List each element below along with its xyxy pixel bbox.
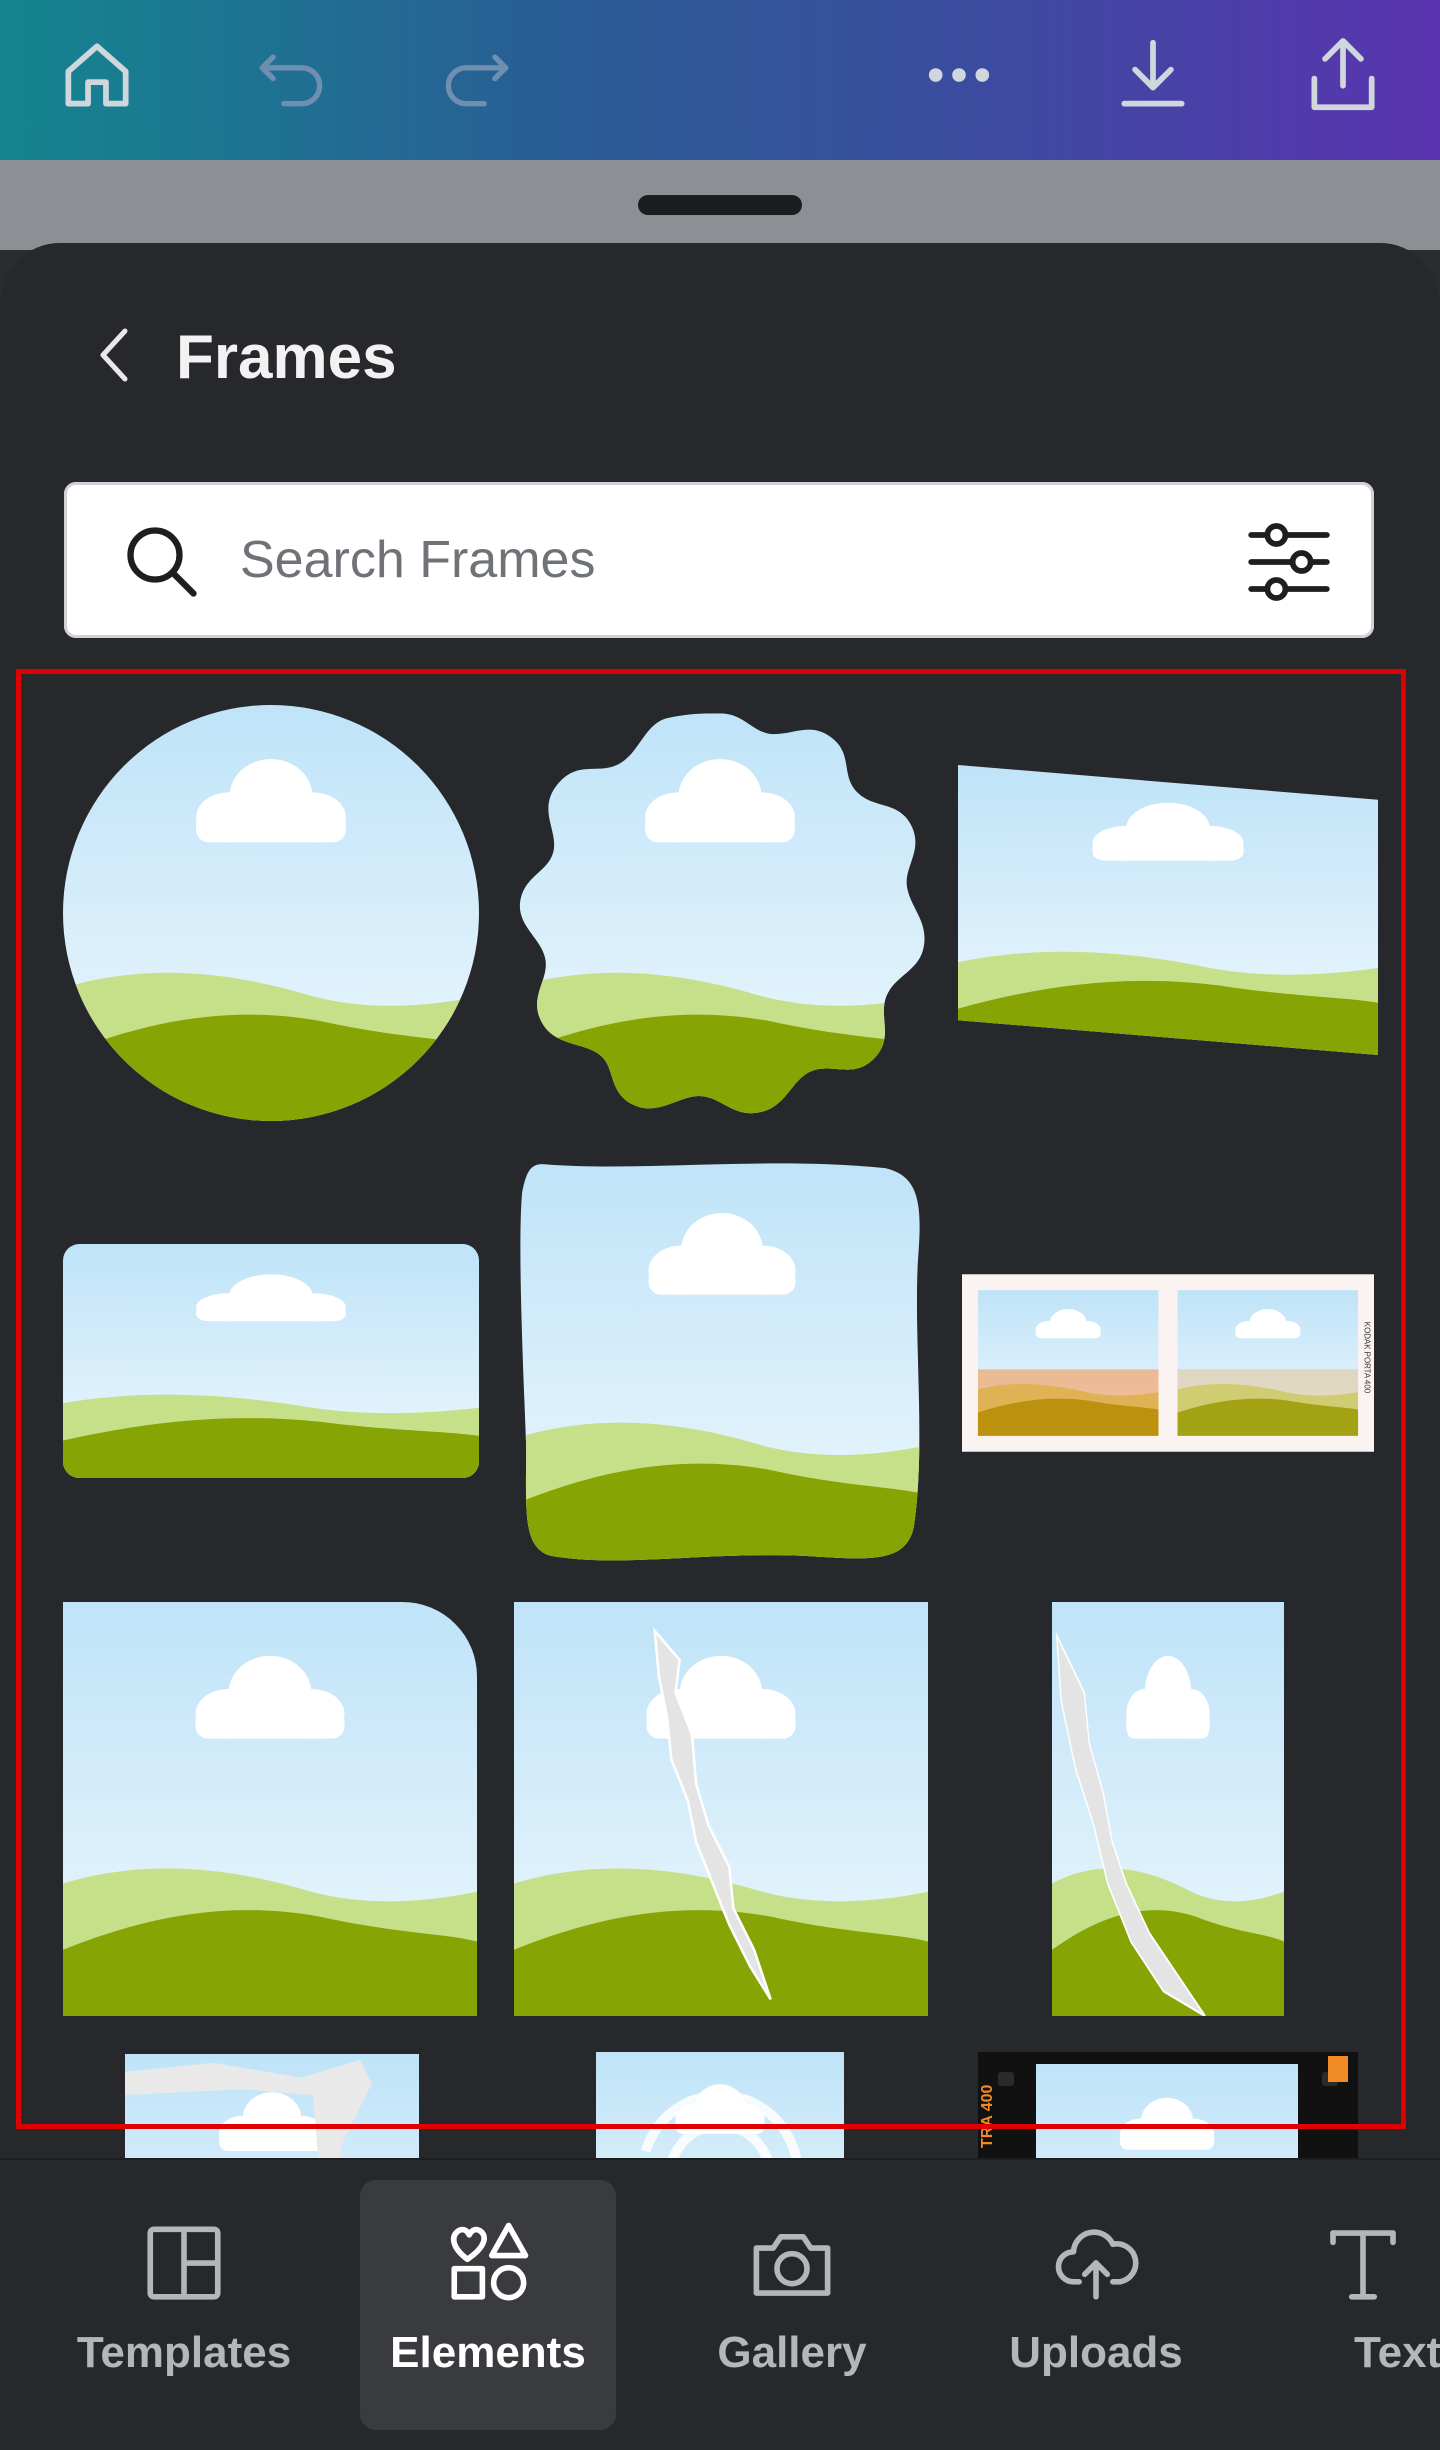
frames-grid: KODAK PORTA 400 TRA 400 — [0, 680, 1440, 2158]
search-icon — [127, 527, 197, 597]
filter-sliders-icon[interactable] — [1244, 520, 1334, 604]
nav-label: Uploads — [1009, 2328, 1183, 2377]
frame-brush-partial[interactable] — [596, 2052, 844, 2158]
cloud-upload-icon — [1055, 2229, 1139, 2300]
nav-uploads[interactable]: Uploads — [966, 2180, 1226, 2430]
panel-title: Frames — [176, 323, 397, 392]
search-bar[interactable]: Search Frames — [64, 482, 1374, 638]
frame-film-strip-double[interactable]: KODAK PORTA 400 — [962, 1274, 1374, 1452]
undo-icon[interactable] — [236, 20, 346, 130]
download-icon[interactable] — [1098, 20, 1208, 130]
bottom-nav: Templates Elements Gallery Uploads Text — [0, 2158, 1440, 2450]
frame-film-negative-partial[interactable]: TRA 400 — [978, 2052, 1358, 2158]
frame-rounded-corner-square[interactable] — [63, 1602, 477, 2016]
frame-torn-paper-narrow[interactable] — [1052, 1602, 1284, 2016]
nav-label: Gallery — [717, 2328, 867, 2377]
frame-torn-edge-partial[interactable] — [125, 2054, 419, 2158]
sheet-drag-handle[interactable] — [638, 195, 802, 215]
frame-rough-square[interactable] — [516, 1160, 928, 1568]
share-icon[interactable] — [1288, 20, 1398, 130]
elements-icon — [450, 2222, 529, 2301]
frame-skewed-rectangle[interactable] — [958, 765, 1378, 1055]
frame-torn-paper[interactable] — [514, 1602, 928, 2016]
frame-rounded-rectangle[interactable] — [63, 1244, 479, 1478]
frame-circle[interactable] — [63, 705, 479, 1121]
templates-icon — [147, 2226, 221, 2300]
search-input[interactable]: Search Frames — [240, 530, 595, 590]
camera-icon — [753, 2233, 831, 2296]
nav-label: Elements — [390, 2328, 586, 2377]
nav-gallery[interactable]: Gallery — [662, 2180, 922, 2430]
svg-text:KODAK PORTA 400: KODAK PORTA 400 — [1362, 1322, 1371, 1394]
top-toolbar — [0, 0, 1440, 160]
nav-label: Templates — [76, 2328, 292, 2377]
nav-templates[interactable]: Templates — [54, 2180, 314, 2430]
chevron-left-icon[interactable] — [80, 315, 150, 395]
nav-label: Text — [1354, 2328, 1440, 2377]
home-icon[interactable] — [42, 20, 152, 130]
nav-elements[interactable]: Elements — [360, 2180, 616, 2430]
svg-text:TRA 400: TRA 400 — [979, 2084, 996, 2148]
text-icon — [1330, 2230, 1396, 2300]
nav-text[interactable]: Text — [1300, 2180, 1440, 2430]
more-icon[interactable] — [904, 20, 1014, 130]
redo-icon[interactable] — [422, 20, 532, 130]
frame-scalloped[interactable] — [512, 705, 928, 1121]
